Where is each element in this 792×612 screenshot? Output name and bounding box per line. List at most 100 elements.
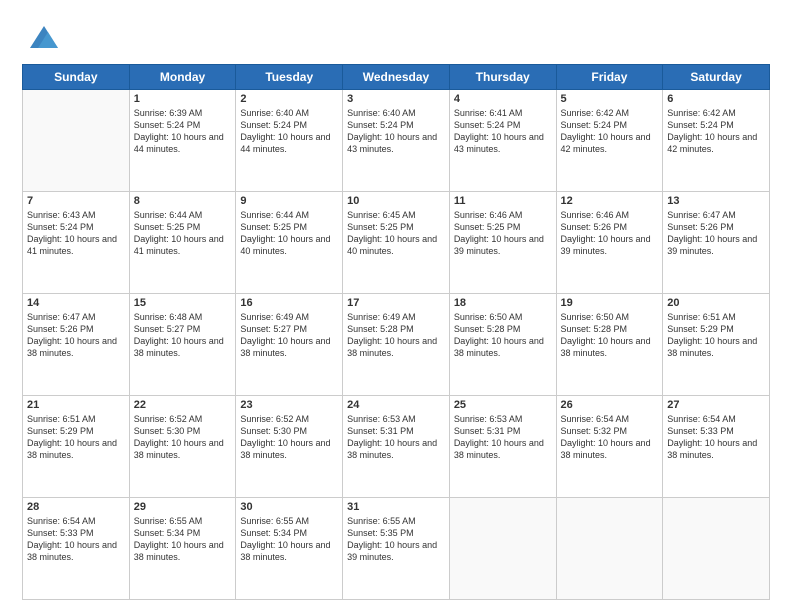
- day-info: Sunrise: 6:53 AMSunset: 5:31 PMDaylight:…: [347, 413, 445, 462]
- day-info: Sunrise: 6:40 AMSunset: 5:24 PMDaylight:…: [347, 107, 445, 156]
- day-number: 22: [134, 399, 232, 411]
- day-info: Sunrise: 6:50 AMSunset: 5:28 PMDaylight:…: [454, 311, 552, 360]
- day-number: 16: [240, 297, 338, 309]
- calendar-cell: 31 Sunrise: 6:55 AMSunset: 5:35 PMDayligh…: [343, 498, 450, 600]
- day-number: 24: [347, 399, 445, 411]
- day-number: 2: [240, 93, 338, 105]
- day-info: Sunrise: 6:52 AMSunset: 5:30 PMDaylight:…: [134, 413, 232, 462]
- calendar-week-row: 7 Sunrise: 6:43 AMSunset: 5:24 PMDaylight…: [23, 192, 770, 294]
- day-number: 28: [27, 501, 125, 513]
- calendar-cell: [556, 498, 663, 600]
- calendar-cell: 4 Sunrise: 6:41 AMSunset: 5:24 PMDaylight…: [449, 90, 556, 192]
- calendar-week-row: 28 Sunrise: 6:54 AMSunset: 5:33 PMDayligh…: [23, 498, 770, 600]
- day-number: 19: [561, 297, 659, 309]
- calendar-header-row: SundayMondayTuesdayWednesdayThursdayFrid…: [23, 65, 770, 90]
- page-header: [22, 18, 770, 56]
- day-number: 13: [667, 195, 765, 207]
- day-info: Sunrise: 6:48 AMSunset: 5:27 PMDaylight:…: [134, 311, 232, 360]
- day-number: 11: [454, 195, 552, 207]
- calendar-cell: 7 Sunrise: 6:43 AMSunset: 5:24 PMDaylight…: [23, 192, 130, 294]
- day-info: Sunrise: 6:47 AMSunset: 5:26 PMDaylight:…: [667, 209, 765, 258]
- day-number: 30: [240, 501, 338, 513]
- calendar-cell: 26Sunrise: 6:54 AMSunset: 5:32 PMDayligh…: [556, 396, 663, 498]
- calendar-cell: 9 Sunrise: 6:44 AMSunset: 5:25 PMDaylight…: [236, 192, 343, 294]
- logo: [22, 18, 70, 56]
- calendar-cell: 30 Sunrise: 6:55 AMSunset: 5:34 PMDayligh…: [236, 498, 343, 600]
- day-info: Sunrise: 6:45 AMSunset: 5:25 PMDaylight:…: [347, 209, 445, 258]
- calendar-day-header: Monday: [129, 65, 236, 90]
- day-info: Sunrise: 6:42 AMSunset: 5:24 PMDaylight:…: [561, 107, 659, 156]
- calendar-cell: 21Sunrise: 6:51 AMSunset: 5:29 PMDayligh…: [23, 396, 130, 498]
- calendar-cell: 10 Sunrise: 6:45 AMSunset: 5:25 PMDayligh…: [343, 192, 450, 294]
- day-info: Sunrise: 6:51 AMSunset: 5:29 PMDaylight:…: [667, 311, 765, 360]
- day-number: 25: [454, 399, 552, 411]
- day-info: Sunrise: 6:44 AMSunset: 5:25 PMDaylight:…: [134, 209, 232, 258]
- day-number: 7: [27, 195, 125, 207]
- day-number: 14: [27, 297, 125, 309]
- calendar-cell: 17 Sunrise: 6:49 AMSunset: 5:28 PMDayligh…: [343, 294, 450, 396]
- calendar-day-header: Friday: [556, 65, 663, 90]
- day-info: Sunrise: 6:51 AMSunset: 5:29 PMDaylight:…: [27, 413, 125, 462]
- calendar-day-header: Sunday: [23, 65, 130, 90]
- calendar-cell: [663, 498, 770, 600]
- calendar-day-header: Saturday: [663, 65, 770, 90]
- day-info: Sunrise: 6:55 AMSunset: 5:34 PMDaylight:…: [240, 515, 338, 564]
- day-info: Sunrise: 6:46 AMSunset: 5:25 PMDaylight:…: [454, 209, 552, 258]
- calendar-cell: 8Sunrise: 6:44 AMSunset: 5:25 PMDaylight…: [129, 192, 236, 294]
- day-number: 9: [240, 195, 338, 207]
- day-info: Sunrise: 6:44 AMSunset: 5:25 PMDaylight:…: [240, 209, 338, 258]
- calendar-week-row: 21Sunrise: 6:51 AMSunset: 5:29 PMDayligh…: [23, 396, 770, 498]
- day-info: Sunrise: 6:46 AMSunset: 5:26 PMDaylight:…: [561, 209, 659, 258]
- day-info: Sunrise: 6:54 AMSunset: 5:32 PMDaylight:…: [561, 413, 659, 462]
- day-info: Sunrise: 6:54 AMSunset: 5:33 PMDaylight:…: [27, 515, 125, 564]
- calendar-cell: 3 Sunrise: 6:40 AMSunset: 5:24 PMDaylight…: [343, 90, 450, 192]
- calendar-cell: 18 Sunrise: 6:50 AMSunset: 5:28 PMDayligh…: [449, 294, 556, 396]
- day-number: 20: [667, 297, 765, 309]
- day-number: 27: [667, 399, 765, 411]
- day-number: 31: [347, 501, 445, 513]
- day-info: Sunrise: 6:50 AMSunset: 5:28 PMDaylight:…: [561, 311, 659, 360]
- calendar-cell: 24 Sunrise: 6:53 AMSunset: 5:31 PMDayligh…: [343, 396, 450, 498]
- day-info: Sunrise: 6:40 AMSunset: 5:24 PMDaylight:…: [240, 107, 338, 156]
- day-number: 17: [347, 297, 445, 309]
- calendar-cell: 19 Sunrise: 6:50 AMSunset: 5:28 PMDayligh…: [556, 294, 663, 396]
- calendar-cell: 12Sunrise: 6:46 AMSunset: 5:26 PMDayligh…: [556, 192, 663, 294]
- calendar-week-row: 14 Sunrise: 6:47 AMSunset: 5:26 PMDayligh…: [23, 294, 770, 396]
- day-info: Sunrise: 6:43 AMSunset: 5:24 PMDaylight:…: [27, 209, 125, 258]
- day-info: Sunrise: 6:47 AMSunset: 5:26 PMDaylight:…: [27, 311, 125, 360]
- calendar-cell: 13 Sunrise: 6:47 AMSunset: 5:26 PMDayligh…: [663, 192, 770, 294]
- calendar-day-header: Tuesday: [236, 65, 343, 90]
- calendar-cell: [23, 90, 130, 192]
- day-info: Sunrise: 6:52 AMSunset: 5:30 PMDaylight:…: [240, 413, 338, 462]
- day-number: 15: [134, 297, 232, 309]
- calendar-day-header: Wednesday: [343, 65, 450, 90]
- day-info: Sunrise: 6:41 AMSunset: 5:24 PMDaylight:…: [454, 107, 552, 156]
- day-number: 18: [454, 297, 552, 309]
- day-info: Sunrise: 6:53 AMSunset: 5:31 PMDaylight:…: [454, 413, 552, 462]
- calendar-day-header: Thursday: [449, 65, 556, 90]
- day-number: 4: [454, 93, 552, 105]
- calendar-cell: 5 Sunrise: 6:42 AMSunset: 5:24 PMDaylight…: [556, 90, 663, 192]
- calendar-cell: 11 Sunrise: 6:46 AMSunset: 5:25 PMDayligh…: [449, 192, 556, 294]
- day-info: Sunrise: 6:49 AMSunset: 5:28 PMDaylight:…: [347, 311, 445, 360]
- day-number: 3: [347, 93, 445, 105]
- day-info: Sunrise: 6:39 AMSunset: 5:24 PMDaylight:…: [134, 107, 232, 156]
- day-number: 29: [134, 501, 232, 513]
- calendar-cell: 25 Sunrise: 6:53 AMSunset: 5:31 PMDayligh…: [449, 396, 556, 498]
- day-number: 10: [347, 195, 445, 207]
- calendar-cell: 6Sunrise: 6:42 AMSunset: 5:24 PMDaylight…: [663, 90, 770, 192]
- calendar-cell: 2 Sunrise: 6:40 AMSunset: 5:24 PMDaylight…: [236, 90, 343, 192]
- day-number: 6: [667, 93, 765, 105]
- day-info: Sunrise: 6:49 AMSunset: 5:27 PMDaylight:…: [240, 311, 338, 360]
- calendar-cell: 27Sunrise: 6:54 AMSunset: 5:33 PMDayligh…: [663, 396, 770, 498]
- day-number: 1: [134, 93, 232, 105]
- day-info: Sunrise: 6:55 AMSunset: 5:35 PMDaylight:…: [347, 515, 445, 564]
- calendar-cell: 15 Sunrise: 6:48 AMSunset: 5:27 PMDayligh…: [129, 294, 236, 396]
- calendar-cell: [449, 498, 556, 600]
- calendar-cell: 23Sunrise: 6:52 AMSunset: 5:30 PMDayligh…: [236, 396, 343, 498]
- calendar-cell: 29Sunrise: 6:55 AMSunset: 5:34 PMDayligh…: [129, 498, 236, 600]
- calendar-table: SundayMondayTuesdayWednesdayThursdayFrid…: [22, 64, 770, 600]
- day-number: 5: [561, 93, 659, 105]
- calendar-cell: 22 Sunrise: 6:52 AMSunset: 5:30 PMDayligh…: [129, 396, 236, 498]
- calendar-cell: 20 Sunrise: 6:51 AMSunset: 5:29 PMDayligh…: [663, 294, 770, 396]
